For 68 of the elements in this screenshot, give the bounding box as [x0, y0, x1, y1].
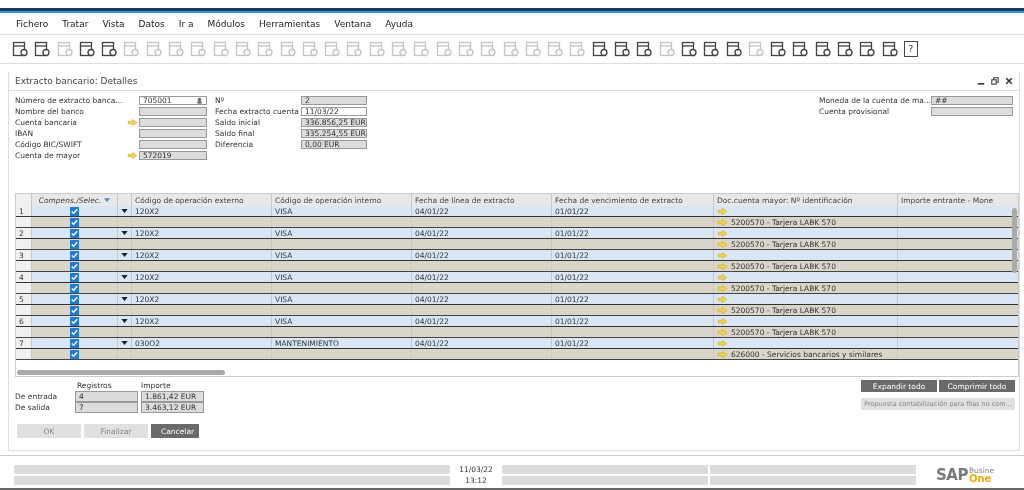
menu-item[interactable]: Datos [138, 19, 165, 30]
document-icon[interactable] [770, 41, 787, 58]
menu-item[interactable]: Tratar [62, 19, 89, 30]
sort-icon[interactable] [104, 198, 111, 203]
link-arrow-icon[interactable] [717, 273, 728, 281]
checkbox[interactable] [70, 272, 79, 282]
checkbox[interactable] [70, 239, 79, 249]
window-title: Extracto bancario: Detalles [15, 76, 139, 87]
checkbox[interactable] [70, 206, 79, 216]
checkbox[interactable] [70, 283, 79, 293]
link-arrow-icon[interactable] [717, 339, 728, 347]
checkbox[interactable] [70, 338, 79, 348]
document-icon[interactable] [881, 41, 898, 58]
link-arrow-icon[interactable] [127, 118, 138, 126]
menu-item[interactable]: Vista [102, 19, 125, 30]
dropdown-icon[interactable] [121, 253, 128, 258]
help-button[interactable]: ? [903, 41, 918, 58]
input-field[interactable] [139, 128, 207, 138]
menu-item[interactable]: Ir a [178, 19, 194, 30]
dropdown-icon[interactable] [121, 297, 128, 302]
input-field[interactable] [931, 106, 1013, 116]
document-icon[interactable] [859, 41, 876, 58]
document-icon[interactable] [591, 41, 608, 58]
menu-item[interactable]: Ayuda [385, 19, 413, 30]
document-icon[interactable] [614, 41, 630, 58]
scrollbar[interactable] [1012, 208, 1017, 274]
menu-item[interactable]: Fichero [16, 19, 49, 30]
dropdown-icon[interactable] [121, 341, 128, 346]
document-icon[interactable] [680, 41, 697, 58]
checkbox[interactable] [70, 250, 79, 260]
document-icon[interactable] [636, 41, 653, 58]
dropdown-icon[interactable] [121, 231, 128, 236]
menu-item[interactable]: Módulos [207, 19, 245, 30]
link-arrow-icon[interactable] [717, 207, 728, 215]
scrollbar[interactable] [17, 370, 225, 376]
document-icon[interactable] [34, 41, 51, 58]
restore-icon[interactable] [991, 77, 999, 86]
document-icon[interactable] [101, 41, 118, 58]
document-icon[interactable] [837, 41, 853, 58]
document-icon[interactable] [703, 41, 720, 58]
input-field[interactable] [139, 139, 207, 149]
input-field[interactable] [139, 106, 207, 116]
menu-item[interactable]: Herramientas [258, 19, 321, 30]
input-field[interactable] [139, 117, 207, 127]
checkbox[interactable] [70, 327, 79, 337]
checkbox[interactable] [70, 316, 79, 326]
document-icon[interactable] [12, 41, 28, 58]
checkbox[interactable] [70, 349, 79, 359]
link-arrow-icon[interactable] [717, 317, 728, 325]
checkbox[interactable] [70, 305, 79, 315]
menu-item[interactable]: Ventana [334, 19, 372, 30]
checkbox[interactable] [70, 228, 79, 238]
dropdown-icon[interactable] [121, 319, 128, 324]
link-arrow-icon[interactable] [127, 151, 138, 159]
dropdown-icon[interactable] [121, 275, 128, 280]
link-arrow-icon[interactable] [717, 229, 728, 237]
checkbox[interactable] [70, 217, 79, 227]
link-arrow-icon[interactable] [717, 295, 728, 303]
document-icon[interactable] [814, 41, 831, 58]
checkbox[interactable] [70, 294, 79, 304]
lookup-icon[interactable] [196, 96, 203, 104]
dropdown-icon[interactable] [121, 209, 128, 214]
document-icon[interactable] [792, 41, 809, 58]
checkbox[interactable] [70, 261, 79, 271]
link-arrow-icon[interactable] [717, 251, 728, 259]
close-icon[interactable] [1005, 77, 1013, 86]
document-icon[interactable] [78, 41, 95, 58]
document-icon[interactable] [725, 41, 742, 58]
